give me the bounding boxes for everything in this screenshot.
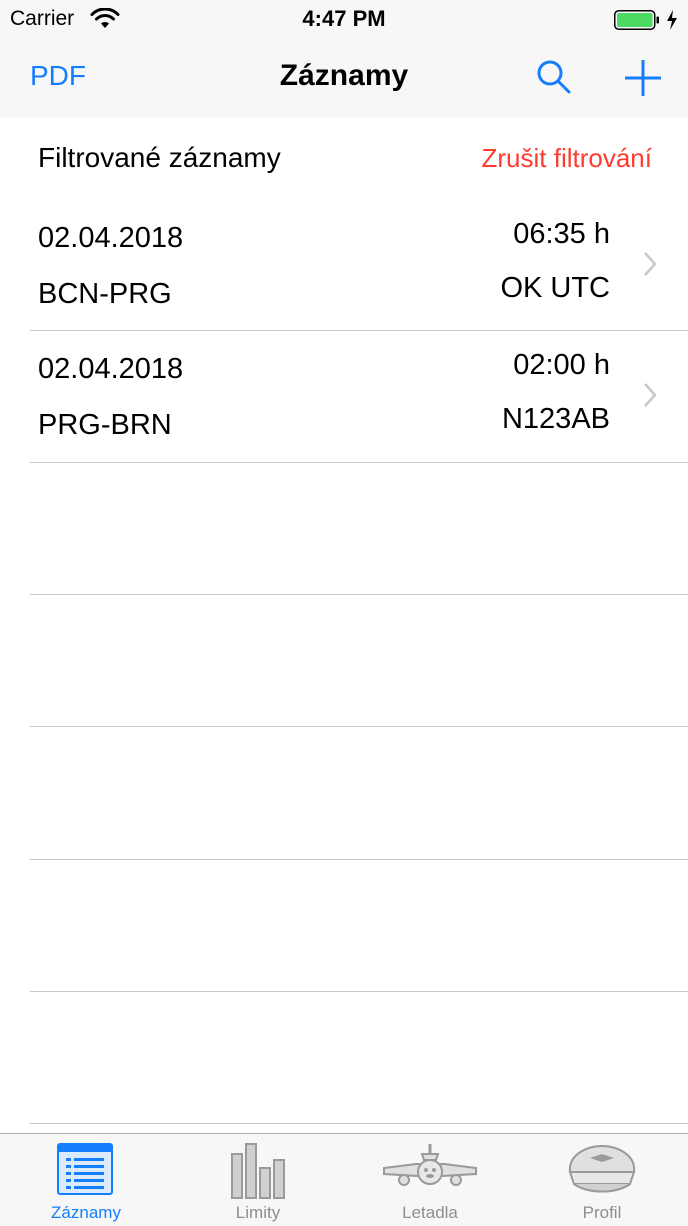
tab-label: Záznamy — [51, 1203, 121, 1222]
chevron-right-icon — [644, 252, 657, 276]
logbook-icon — [57, 1143, 113, 1195]
chevron-right-icon — [644, 383, 657, 407]
record-date: 02.04.2018 — [38, 222, 184, 254]
tab-label: Profil — [582, 1203, 622, 1222]
record-date: 02.04.2018 — [38, 353, 184, 385]
tab-label: Letadla — [402, 1203, 458, 1222]
pilot-cap-icon — [568, 1144, 636, 1193]
record-row[interactable]: 02.04.2018 BCN-PRG 06:35 h OK UTC — [0, 200, 688, 332]
record-row[interactable]: 02.04.2018 PRG-BRN 02:00 h N123AB — [0, 331, 688, 463]
tab-label: Limity — [235, 1203, 281, 1222]
filter-header: Filtrované záznamy Zrušit filtrování — [0, 118, 688, 200]
status-bar: Carrier 4:47 PM — [0, 0, 688, 40]
plus-icon[interactable] — [622, 57, 664, 99]
row-separator — [30, 991, 688, 992]
cancel-filter-button[interactable]: Zrušit filtrování — [482, 143, 653, 174]
airplane-icon — [383, 1144, 477, 1186]
navigation-bar: PDF Záznamy — [0, 40, 688, 118]
battery-icon — [614, 10, 659, 30]
status-time: 4:47 PM — [302, 6, 386, 31]
bar-chart-icon — [231, 1143, 285, 1199]
record-registration: N123AB — [501, 403, 610, 435]
charging-icon — [667, 10, 677, 30]
page-title: Záznamy — [279, 59, 409, 92]
filter-title: Filtrované záznamy — [38, 142, 281, 173]
tab-profil[interactable]: Profil — [516, 1134, 688, 1226]
row-separator — [30, 594, 688, 595]
tab-bar: Záznamy Limity Letadla Profil — [0, 1133, 688, 1226]
tab-limity[interactable]: Limity — [172, 1134, 344, 1226]
row-separator — [30, 462, 688, 463]
record-route: PRG-BRN — [38, 409, 172, 441]
row-separator — [30, 1123, 688, 1124]
row-separator — [30, 726, 688, 727]
record-route: BCN-PRG — [38, 278, 172, 310]
tab-zaznamy[interactable]: Záznamy — [0, 1134, 172, 1226]
tab-letadla[interactable]: Letadla — [344, 1134, 516, 1226]
record-duration: 02:00 h — [513, 349, 610, 381]
record-duration: 06:35 h — [513, 218, 610, 250]
row-separator — [30, 859, 688, 860]
search-icon[interactable] — [534, 57, 574, 97]
record-registration: OK UTC — [500, 272, 610, 304]
